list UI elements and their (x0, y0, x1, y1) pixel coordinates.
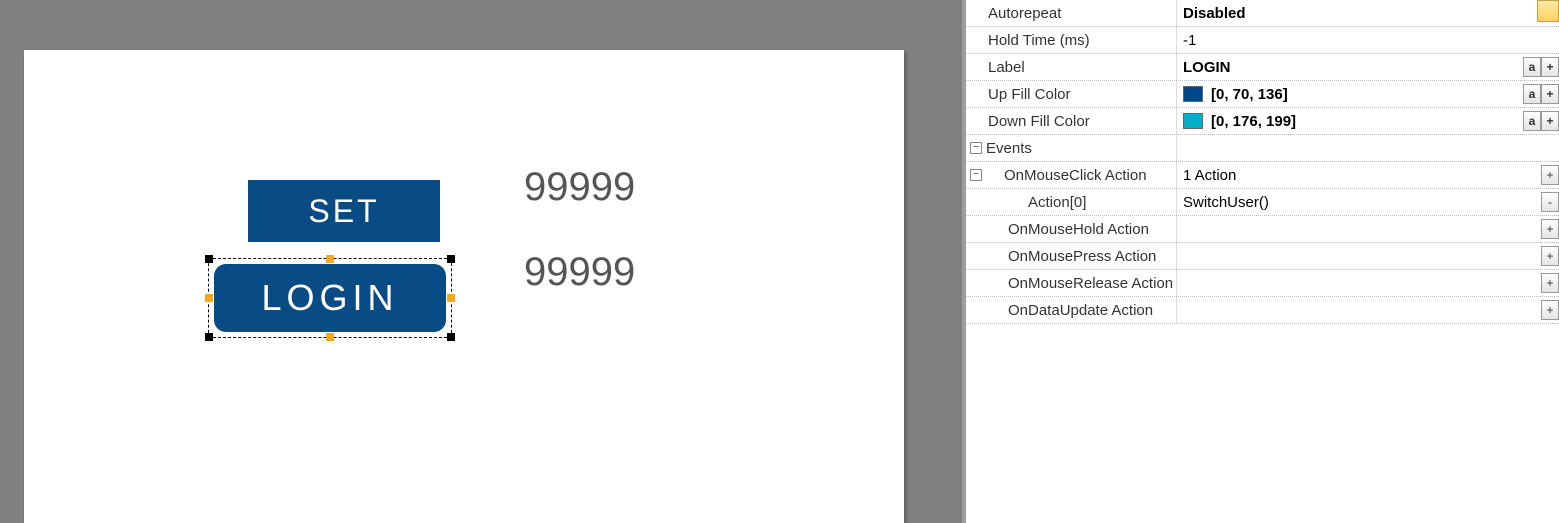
prop-row-upfill[interactable]: Up Fill Color [0, 70, 136] a + (966, 81, 1559, 108)
prop-row-autorepeat[interactable]: Autorepeat Disabled (966, 0, 1559, 27)
prop-row-onmousepress[interactable]: OnMousePress Action + (966, 243, 1559, 270)
numeric-display-2[interactable]: 99999 (524, 250, 635, 295)
attach-tag-button[interactable]: a (1523, 57, 1541, 77)
prop-value-label-text: LOGIN (1183, 59, 1231, 76)
action0-value-text: SwitchUser() (1183, 194, 1269, 211)
onmouseclick-label: OnMouseClick Action (986, 167, 1147, 184)
events-section-label: Events (986, 140, 1032, 157)
prop-value-downfill[interactable]: [0, 176, 199] a + (1176, 108, 1559, 134)
resize-handle-ne[interactable] (447, 255, 455, 263)
prop-value-label[interactable]: LOGIN a + (1176, 54, 1559, 80)
onmousepress-value[interactable]: + (1176, 243, 1559, 269)
upfill-color-swatch[interactable] (1183, 86, 1203, 102)
prop-label-label: Label (966, 59, 1176, 76)
prop-row-action0[interactable]: Action[0] SwitchUser() - (966, 189, 1559, 216)
add-button[interactable]: + (1541, 57, 1559, 77)
numeric-display-1[interactable]: 99999 (524, 165, 635, 210)
downfill-color-text: [0, 176, 199] (1211, 113, 1296, 130)
onmouserelease-value[interactable]: + (1176, 270, 1559, 296)
onmouseclick-header[interactable]: − OnMouseClick Action (966, 167, 1176, 184)
add-action-button-update[interactable]: + (1541, 300, 1559, 320)
tree-collapse-icon-click[interactable]: − (970, 169, 982, 181)
panel-side-tab[interactable] (1537, 0, 1559, 22)
prop-row-holdtime[interactable]: Hold Time (ms) -1 (966, 27, 1559, 54)
prop-row-events-section[interactable]: − Events (966, 135, 1559, 162)
action0-value[interactable]: SwitchUser() - (1176, 189, 1559, 215)
prop-row-label[interactable]: Label LOGIN a + (966, 54, 1559, 81)
remove-action-button[interactable]: - (1541, 192, 1559, 212)
tree-collapse-icon[interactable]: − (970, 142, 982, 154)
prop-row-ondataupdate[interactable]: OnDataUpdate Action + (966, 297, 1559, 324)
hmi-screen-page[interactable]: SET LOGIN 99999 99999 (24, 50, 904, 523)
add-action-button-press[interactable]: + (1541, 246, 1559, 266)
prop-value-autorepeat[interactable]: Disabled (1176, 0, 1559, 26)
prop-row-onmouserelease[interactable]: OnMouseRelease Action + (966, 270, 1559, 297)
resize-handle-sw[interactable] (205, 333, 213, 341)
prop-row-onmousehold[interactable]: OnMouseHold Action + (966, 216, 1559, 243)
onmouseclick-value-text: 1 Action (1183, 167, 1236, 184)
prop-row-downfill[interactable]: Down Fill Color [0, 176, 199] a + (966, 108, 1559, 135)
property-grid: Autorepeat Disabled Hold Time (ms) -1 La… (966, 0, 1559, 324)
action0-label: Action[0] (966, 194, 1176, 211)
downfill-color-swatch[interactable] (1183, 113, 1203, 129)
add-action-button-release[interactable]: + (1541, 273, 1559, 293)
attach-tag-button-upfill[interactable]: a (1523, 84, 1541, 104)
resize-handle-e[interactable] (447, 294, 455, 302)
prop-label-upfill: Up Fill Color (966, 86, 1176, 103)
attach-tag-button-downfill[interactable]: a (1523, 111, 1541, 131)
onmouserelease-label: OnMouseRelease Action (966, 275, 1176, 292)
add-button-downfill[interactable]: + (1541, 111, 1559, 131)
onmousehold-label: OnMouseHold Action (966, 221, 1176, 238)
resize-handle-se[interactable] (447, 333, 455, 341)
events-section-value (1176, 135, 1559, 161)
onmousehold-value[interactable]: + (1176, 216, 1559, 242)
onmouseclick-value[interactable]: 1 Action + (1176, 162, 1559, 188)
prop-row-onmouseclick[interactable]: − OnMouseClick Action 1 Action + (966, 162, 1559, 189)
set-button[interactable]: SET (248, 180, 440, 242)
prop-label-downfill: Down Fill Color (966, 113, 1176, 130)
resize-handle-nw[interactable] (205, 255, 213, 263)
onmousepress-label: OnMousePress Action (966, 248, 1176, 265)
add-button-upfill[interactable]: + (1541, 84, 1559, 104)
prop-label-holdtime: Hold Time (ms) (966, 32, 1176, 49)
design-canvas-area: SET LOGIN 99999 99999 (0, 0, 960, 523)
ondataupdate-label: OnDataUpdate Action (966, 302, 1176, 319)
ondataupdate-value[interactable]: + (1176, 297, 1559, 323)
upfill-color-text: [0, 70, 136] (1211, 86, 1288, 103)
login-button[interactable]: LOGIN (214, 264, 446, 332)
resize-handle-w[interactable] (205, 294, 213, 302)
prop-value-holdtime[interactable]: -1 (1176, 27, 1559, 53)
prop-label-autorepeat: Autorepeat (966, 5, 1176, 22)
prop-value-upfill[interactable]: [0, 70, 136] a + (1176, 81, 1559, 107)
events-section-header[interactable]: − Events (966, 140, 1176, 157)
properties-panel: Autorepeat Disabled Hold Time (ms) -1 La… (962, 0, 1559, 523)
add-action-button-hold[interactable]: + (1541, 219, 1559, 239)
resize-handle-n[interactable] (326, 255, 334, 263)
add-action-button-click[interactable]: + (1541, 165, 1559, 185)
resize-handle-s[interactable] (326, 333, 334, 341)
